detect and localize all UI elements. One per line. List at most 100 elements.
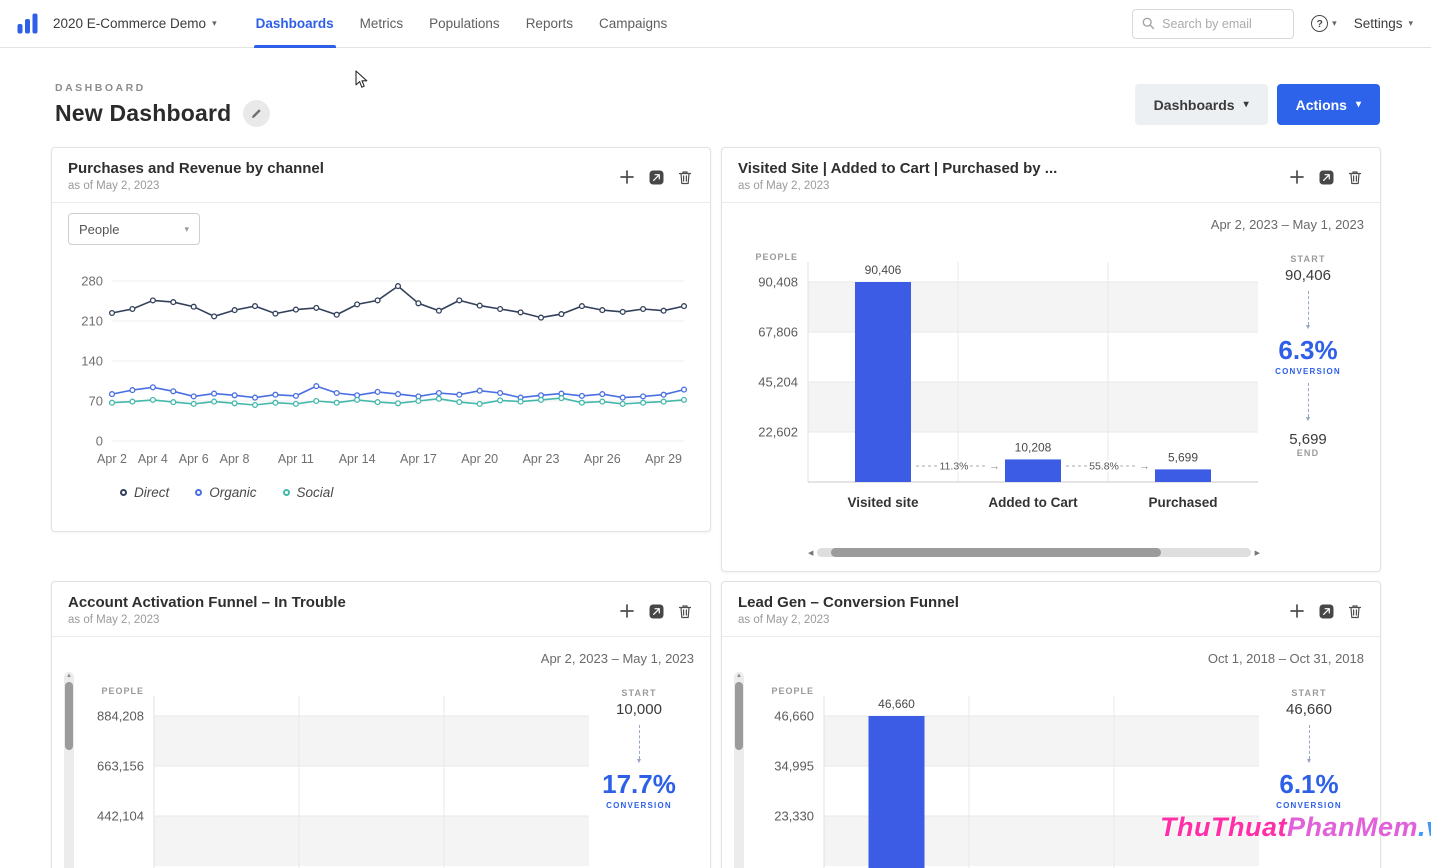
svg-text:Apr 17: Apr 17 bbox=[400, 452, 437, 466]
date-range: Apr 2, 2023 – May 1, 2023 bbox=[68, 651, 694, 666]
dashboards-dropdown-button[interactable]: Dashboards ▾ bbox=[1135, 84, 1268, 125]
svg-text:Apr 26: Apr 26 bbox=[584, 452, 621, 466]
people-select[interactable]: People ▾ bbox=[68, 213, 200, 245]
svg-text:23,330: 23,330 bbox=[774, 809, 814, 824]
bar-chart-logo-icon bbox=[14, 10, 41, 37]
add-metric-button[interactable] bbox=[616, 600, 638, 622]
card-title: Purchases and Revenue by channel bbox=[68, 160, 324, 177]
delete-button[interactable] bbox=[1344, 166, 1366, 188]
nav-campaigns[interactable]: Campaigns bbox=[586, 0, 680, 48]
funnel-summary: START90,406▼6.3%CONVERSION▼5,699END bbox=[1258, 232, 1358, 458]
svg-text:442,104: 442,104 bbox=[97, 809, 144, 824]
card-title: Visited Site | Added to Cart | Purchased… bbox=[738, 160, 1057, 177]
help-menu[interactable]: ? ▾ bbox=[1311, 15, 1337, 32]
plus-icon bbox=[1290, 170, 1304, 184]
funnel-chart: 90,40867,80645,20422,602PEOPLE90,40610,2… bbox=[738, 244, 1258, 544]
funnel-summary: START46,660▼6.1%CONVERSION bbox=[1259, 666, 1359, 810]
scroll-up-icon[interactable]: ▲ bbox=[734, 673, 744, 679]
chevron-down-icon: ▾ bbox=[1356, 100, 1361, 110]
svg-text:5,699: 5,699 bbox=[1168, 450, 1198, 464]
svg-text:Apr 14: Apr 14 bbox=[339, 452, 376, 466]
nav-metrics[interactable]: Metrics bbox=[347, 0, 417, 48]
legend-item-organic[interactable]: Organic bbox=[195, 485, 256, 500]
add-metric-button[interactable] bbox=[1286, 166, 1308, 188]
legend-label: Direct bbox=[134, 485, 169, 500]
annotation-icon bbox=[1319, 170, 1334, 185]
trash-icon bbox=[1348, 604, 1362, 619]
svg-text:→: → bbox=[989, 461, 1000, 473]
watermark-part: .vn bbox=[1418, 812, 1431, 842]
edit-title-button[interactable] bbox=[243, 100, 270, 127]
chevron-down-icon: ▾ bbox=[1408, 19, 1413, 28]
search-box[interactable] bbox=[1132, 9, 1294, 39]
card-subtitle: as of May 2, 2023 bbox=[738, 614, 959, 626]
legend-item-social[interactable]: Social bbox=[283, 485, 334, 500]
vertical-scrollbar[interactable]: ▲ bbox=[734, 672, 744, 868]
nav-dashboards[interactable]: Dashboards bbox=[243, 0, 347, 48]
trash-icon bbox=[1348, 170, 1362, 185]
scrollbar-thumb[interactable] bbox=[65, 682, 73, 750]
annotation-button[interactable] bbox=[645, 600, 667, 622]
nav-populations[interactable]: Populations bbox=[416, 0, 513, 48]
svg-text:45,204: 45,204 bbox=[758, 375, 798, 390]
pencil-icon bbox=[251, 108, 262, 119]
funnel-start-label: START bbox=[1291, 688, 1326, 698]
horizontal-scrollbar[interactable]: ◀ ▶ bbox=[808, 548, 1260, 557]
settings-menu[interactable]: Settings ▾ bbox=[1354, 16, 1413, 31]
funnel-conversion-value: 6.1% bbox=[1279, 770, 1338, 799]
scroll-right-icon[interactable]: ▶ bbox=[1255, 549, 1260, 557]
svg-text:Apr 8: Apr 8 bbox=[220, 452, 250, 466]
svg-text:PEOPLE: PEOPLE bbox=[101, 686, 144, 696]
svg-text:→: → bbox=[1139, 461, 1150, 473]
add-metric-button[interactable] bbox=[1286, 600, 1308, 622]
actions-dropdown-button[interactable]: Actions ▾ bbox=[1277, 84, 1380, 125]
annotation-icon bbox=[649, 604, 664, 619]
delete-button[interactable] bbox=[1344, 600, 1366, 622]
app-logo-icon[interactable] bbox=[14, 10, 41, 37]
funnel-bar-1 bbox=[1005, 459, 1061, 482]
svg-text:210: 210 bbox=[81, 314, 103, 329]
annotation-button[interactable] bbox=[645, 166, 667, 188]
card-visited-added-purchased-funnel: Visited Site | Added to Cart | Purchased… bbox=[721, 147, 1381, 572]
funnel-bar-0 bbox=[869, 716, 925, 868]
delete-button[interactable] bbox=[674, 600, 696, 622]
legend-item-direct[interactable]: Direct bbox=[120, 485, 169, 500]
nav-reports[interactable]: Reports bbox=[513, 0, 586, 48]
funnel-end-value: 5,699 bbox=[1289, 431, 1327, 448]
delete-button[interactable] bbox=[674, 166, 696, 188]
scroll-up-icon[interactable]: ▲ bbox=[64, 673, 74, 679]
funnel-conversion-label: CONVERSION bbox=[606, 801, 672, 810]
svg-text:Apr 4: Apr 4 bbox=[138, 452, 168, 466]
dashboard-grid: Purchases and Revenue by channel as of M… bbox=[0, 147, 1431, 868]
svg-text:PEOPLE: PEOPLE bbox=[771, 686, 814, 696]
scrollbar-thumb[interactable] bbox=[831, 548, 1161, 557]
select-value: People bbox=[79, 222, 119, 237]
funnel-bar-0 bbox=[855, 282, 911, 482]
trash-icon bbox=[678, 604, 692, 619]
annotation-button[interactable] bbox=[1315, 166, 1337, 188]
chevron-down-icon: ▾ bbox=[212, 19, 217, 28]
chevron-down-icon: ▾ bbox=[1244, 100, 1249, 110]
svg-text:884,208: 884,208 bbox=[97, 709, 144, 724]
vertical-scrollbar[interactable]: ▲ bbox=[64, 672, 74, 868]
annotation-button[interactable] bbox=[1315, 600, 1337, 622]
down-arrow-icon: ▼ bbox=[1305, 291, 1312, 330]
mouse-cursor bbox=[355, 70, 368, 89]
svg-text:Purchased: Purchased bbox=[1148, 495, 1217, 510]
scrollbar-thumb[interactable] bbox=[735, 682, 743, 750]
scroll-left-icon[interactable]: ◀ bbox=[808, 549, 813, 557]
search-input[interactable] bbox=[1162, 17, 1284, 31]
chevron-down-icon: ▾ bbox=[1332, 19, 1337, 28]
add-metric-button[interactable] bbox=[616, 166, 638, 188]
date-range: Apr 2, 2023 – May 1, 2023 bbox=[738, 217, 1364, 232]
legend-label: Organic bbox=[209, 485, 256, 500]
plus-icon bbox=[1290, 604, 1304, 618]
card-subtitle: as of May 2, 2023 bbox=[68, 180, 324, 192]
dashboards-button-label: Dashboards bbox=[1154, 97, 1235, 113]
legend-marker-icon bbox=[120, 489, 127, 496]
scrollbar-track[interactable] bbox=[817, 548, 1250, 557]
workspace-selector[interactable]: 2020 E-Commerce Demo ▾ bbox=[53, 16, 217, 31]
svg-text:55.8%: 55.8% bbox=[1089, 461, 1119, 473]
svg-text:663,156: 663,156 bbox=[97, 759, 144, 774]
svg-text:Apr 29: Apr 29 bbox=[645, 452, 682, 466]
